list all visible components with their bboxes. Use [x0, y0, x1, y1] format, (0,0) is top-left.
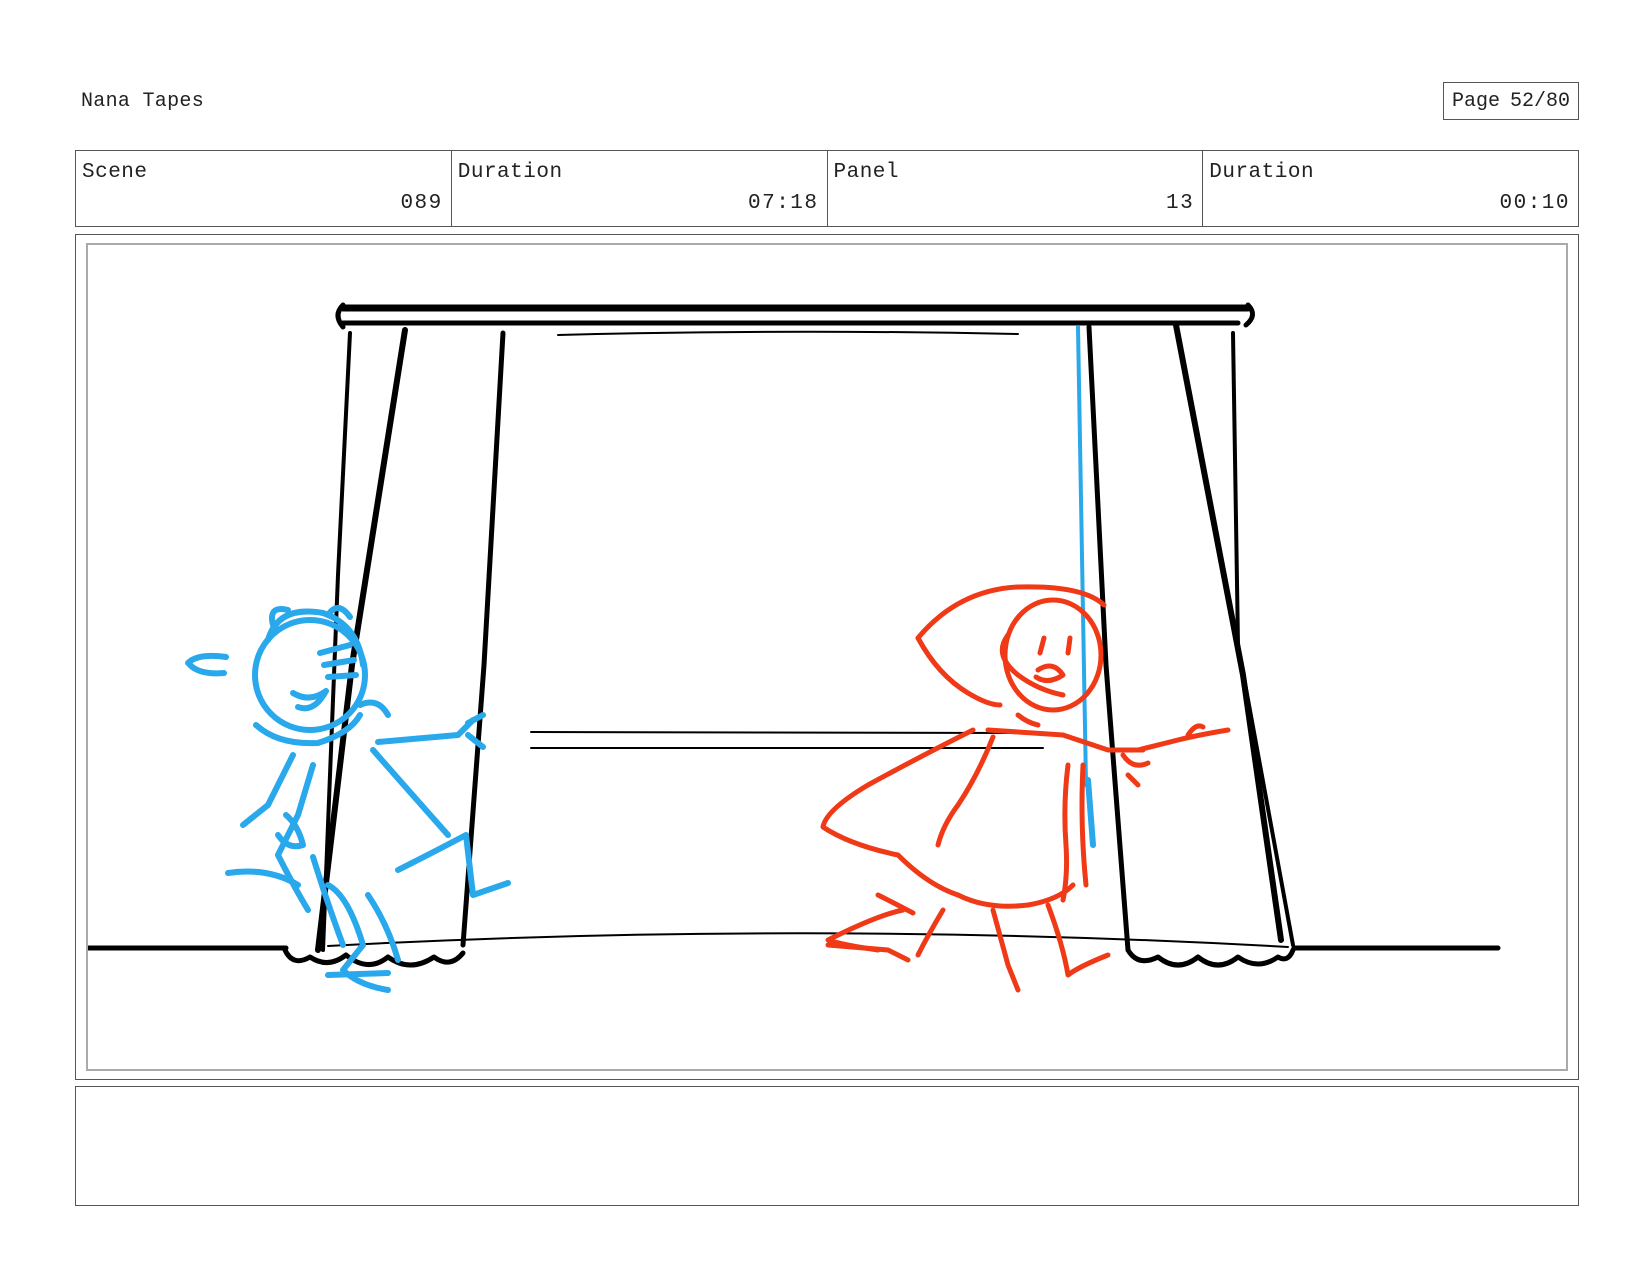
panel-duration-value: 00:10: [1499, 192, 1570, 215]
panel-number: 13: [1166, 192, 1195, 215]
panel-info-row: Scene 089 Duration 07:18 Panel 13 Durati…: [75, 150, 1579, 227]
red-character-sketch: [820, 584, 1231, 993]
panel-label: Panel: [833, 161, 900, 184]
panel-duration-label: Duration: [1209, 161, 1315, 184]
scene-cell: Scene 089: [76, 151, 452, 226]
scene-number: 089: [400, 192, 443, 215]
stage-set: [88, 302, 1501, 968]
scene-duration-cell: Duration 07:18: [452, 151, 828, 226]
page-number: 52/80: [1510, 89, 1571, 113]
project-title: Nana Tapes: [81, 90, 205, 113]
panel-duration-cell: Duration 00:10: [1203, 151, 1578, 226]
scene-duration-value: 07:18: [747, 192, 819, 215]
storyboard-sketch: [88, 302, 1501, 993]
scene-label: Scene: [82, 161, 148, 184]
scene-duration-label: Duration: [457, 161, 563, 184]
panel-notes: [75, 1086, 1579, 1206]
page-indicator: Page 52/80: [1443, 82, 1579, 120]
page-label: Page: [1451, 89, 1500, 113]
panel-cell: Panel 13: [828, 151, 1204, 226]
blue-character-sketch: [185, 605, 511, 993]
panel-drawing-area: [86, 243, 1568, 1071]
storyboard-panel: [75, 234, 1579, 1080]
